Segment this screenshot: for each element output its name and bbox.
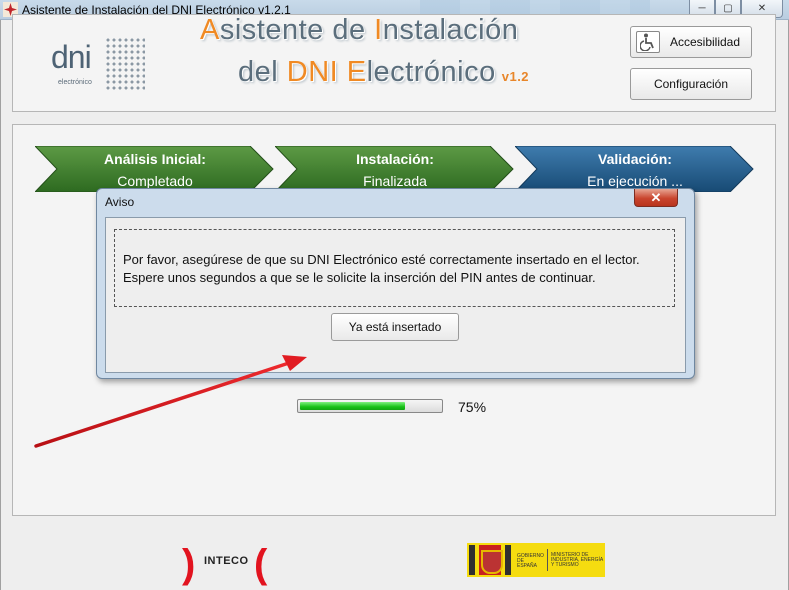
- version-label: v1.2: [501, 69, 530, 84]
- inteco-logo-left-bracket: ): [182, 542, 196, 586]
- progress-fill: [300, 402, 405, 410]
- dialog-close-button[interactable]: ✕: [634, 189, 678, 207]
- step-status: Completado: [117, 173, 193, 189]
- step-status: En ejecución ...: [587, 173, 683, 189]
- inteco-logo-right-bracket: (: [254, 542, 268, 586]
- step-title: Validación:: [598, 151, 672, 167]
- dni-logo: dni electrónico: [51, 29, 146, 99]
- spain-shield-icon: [469, 545, 511, 575]
- step-analysis: Análisis Inicial: Completado: [35, 146, 275, 192]
- logo-subtext: electrónico: [58, 79, 92, 86]
- step-installation: Instalación: Finalizada: [275, 146, 515, 192]
- message-line-2: Espere unos segundos a que se le solicit…: [123, 270, 596, 285]
- logo-dot-grid: [105, 37, 145, 91]
- configuration-button[interactable]: Configuración: [630, 68, 752, 100]
- notice-dialog: Aviso ✕ Por favor, asegúrese de que su D…: [96, 188, 695, 379]
- inteco-logo-text: INTECO: [204, 555, 249, 567]
- step-validation: Validación: En ejecución ...: [515, 146, 755, 192]
- accessibility-label: Accesibilidad: [669, 35, 741, 49]
- step-title: Análisis Inicial:: [104, 151, 206, 167]
- wheelchair-icon: [635, 31, 660, 53]
- message-box: Por favor, asegúrese de que su DNI Elect…: [114, 229, 675, 307]
- message-line-1: Por favor, asegúrese de que su DNI Elect…: [123, 252, 640, 267]
- step-status: Finalizada: [363, 173, 427, 189]
- ministry-text: MINISTERIO DE INDUSTRIA, ENERGÍA Y TURIS…: [551, 552, 603, 568]
- progress-bar: [297, 399, 443, 413]
- accessibility-button[interactable]: Accesibilidad: [630, 26, 752, 58]
- inserted-confirm-button[interactable]: Ya está insertado: [331, 313, 459, 341]
- dialog-content: Por favor, asegúrese de que su DNI Elect…: [105, 217, 686, 373]
- app-title-line2: del DNI Electrónico v1.2: [238, 56, 530, 88]
- logo-text: dni: [51, 39, 92, 75]
- step-title: Instalación:: [356, 151, 434, 167]
- gob-text: GOBIERNO DE ESPAÑA: [517, 553, 544, 569]
- progress-label: 75%: [458, 399, 487, 415]
- app-title-line1: Asistente de Instalación: [200, 14, 519, 46]
- dialog-title: Aviso: [105, 195, 135, 209]
- government-logo: GOBIERNO DE ESPAÑA MINISTERIO DE INDUSTR…: [467, 543, 605, 577]
